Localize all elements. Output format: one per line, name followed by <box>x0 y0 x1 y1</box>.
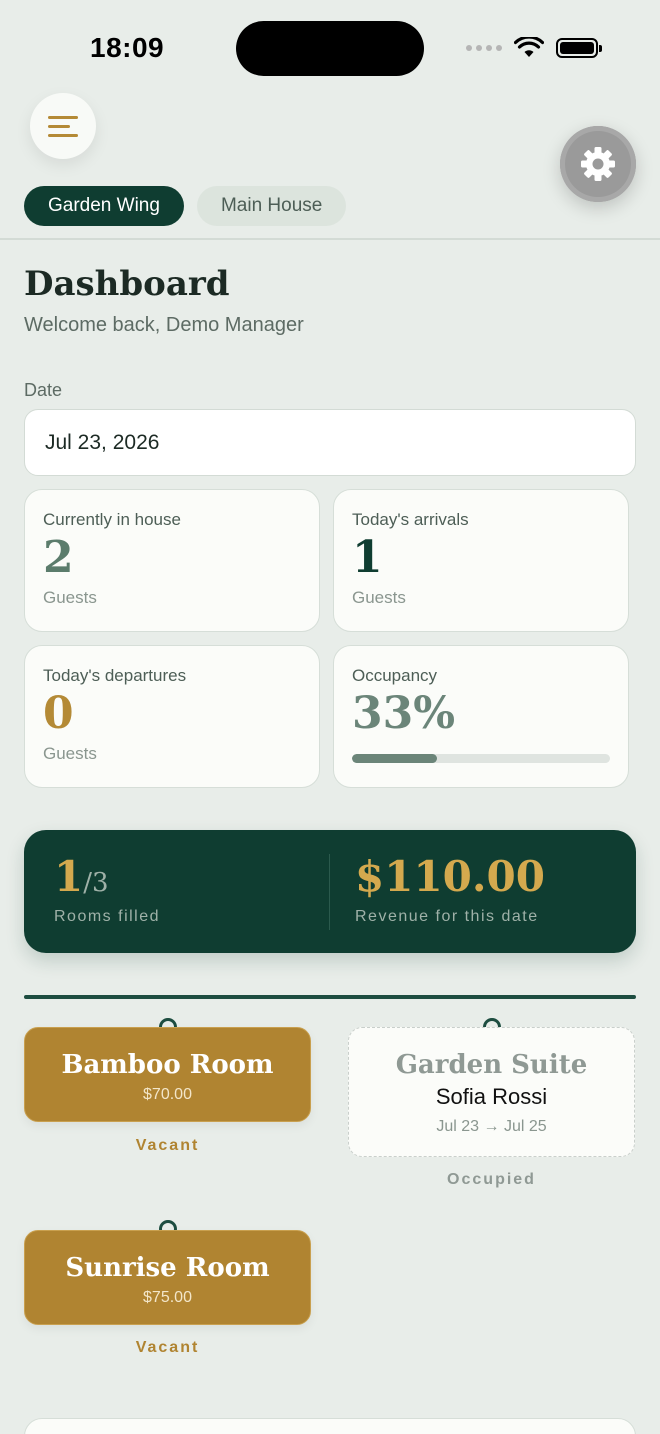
stat-sub: Guests <box>43 744 97 763</box>
occupancy-progress-fill <box>352 754 438 763</box>
status-bar: 18:09 <box>0 0 660 96</box>
date-label: Date <box>24 380 63 400</box>
summary-banner: 1/3 Rooms filled $110.00 Revenue for thi… <box>24 830 636 953</box>
stat-sub: Guests <box>43 588 97 607</box>
status-time: 18:09 <box>90 32 165 63</box>
room-price: $75.00 <box>143 1289 192 1306</box>
stat-card-arrivals: Today's arrivals 1 Guests <box>333 489 629 632</box>
tab-main-house[interactable]: Main House <box>196 186 347 226</box>
page-title: Dashboard <box>24 264 230 304</box>
menu-icon <box>48 110 78 143</box>
stat-label: Currently in house <box>43 510 181 529</box>
settings-button[interactable] <box>560 126 636 202</box>
revenue-block: $110.00 Revenue for this date <box>355 856 545 926</box>
room-status: Vacant <box>135 1339 200 1356</box>
rooms-total: /3 <box>83 868 109 898</box>
room-name: Garden Suite <box>395 1050 588 1080</box>
signal-icon <box>466 45 502 51</box>
header-divider <box>0 238 660 240</box>
stat-value: 0 <box>43 688 74 739</box>
room-map-rail <box>24 995 636 999</box>
rooms-filled-count: 1 <box>54 852 84 901</box>
stat-card-in-house: Currently in house 2 Guests <box>24 489 320 632</box>
next-section-card <box>24 1418 636 1434</box>
stat-card-departures: Today's departures 0 Guests <box>24 645 320 788</box>
gear-icon <box>581 147 615 181</box>
wifi-icon <box>514 37 544 57</box>
room-status: Vacant <box>135 1137 200 1154</box>
stat-label: Today's arrivals <box>352 510 469 529</box>
stat-value: 2 <box>43 532 74 583</box>
stat-label: Today's departures <box>43 666 187 685</box>
wing-tabs: Garden Wing Main House <box>24 186 347 226</box>
stat-value: 33% <box>352 688 456 739</box>
stay-dates: Jul 23 → Jul 25 <box>436 1118 547 1135</box>
room-status: Occupied <box>447 1171 536 1188</box>
tab-garden-wing[interactable]: Garden Wing <box>24 186 184 226</box>
status-icons <box>466 36 602 60</box>
menu-button[interactable] <box>30 93 96 159</box>
room-card-garden-suite[interactable]: Garden Suite Sofia Rossi Jul 23 → Jul 25 <box>348 1027 635 1157</box>
date-input[interactable]: Jul 23, 2026 <box>24 409 636 476</box>
rooms-filled-block: 1/3 Rooms filled <box>54 856 160 926</box>
revenue-amount: $110.00 <box>355 852 545 901</box>
stat-sub: Guests <box>352 588 406 607</box>
dynamic-island <box>236 21 424 76</box>
stat-card-occupancy: Occupancy 33% <box>333 645 629 788</box>
battery-icon <box>556 38 602 58</box>
guest-name: Sofia Rossi <box>435 1084 548 1109</box>
room-price: $70.00 <box>143 1086 192 1103</box>
stat-value: 1 <box>352 532 383 583</box>
room-name: Bamboo Room <box>61 1050 274 1080</box>
welcome-text: Welcome back, Demo Manager <box>24 314 304 336</box>
stat-label: Occupancy <box>352 666 438 685</box>
rooms-filled-caption: Rooms filled <box>54 908 161 925</box>
room-card-sunrise[interactable]: Sunrise Room $75.00 <box>24 1230 311 1325</box>
summary-divider <box>329 854 330 930</box>
occupancy-progress-bar <box>352 754 610 763</box>
room-card-bamboo[interactable]: Bamboo Room $70.00 <box>24 1027 311 1122</box>
revenue-caption: Revenue for this date <box>355 908 539 925</box>
room-name: Sunrise Room <box>65 1253 270 1283</box>
